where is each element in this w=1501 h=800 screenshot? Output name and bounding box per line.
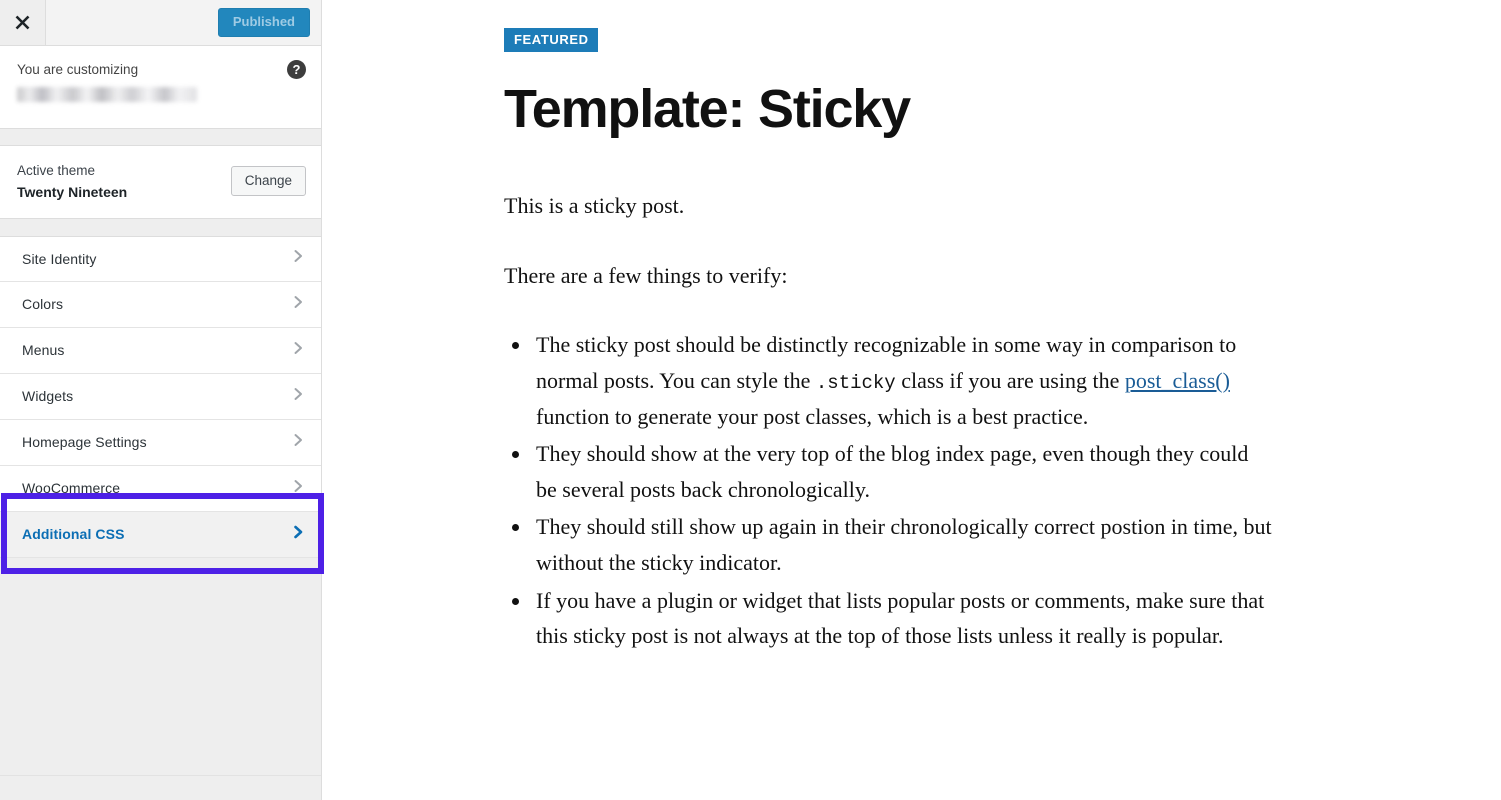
sidebar-item-homepage-settings[interactable]: Homepage Settings [0,419,321,466]
sidebar-item-label: Additional CSS [22,526,125,543]
post-title: Template: Sticky [504,78,911,139]
chevron-right-icon [292,432,305,453]
sidebar-item-additional-css[interactable]: Additional CSS [0,511,321,558]
active-theme-name: Twenty Nineteen [17,183,128,200]
active-theme-panel: Active theme Twenty Nineteen Change [0,145,321,219]
list-item: The sticky post should be distinctly rec… [532,327,1274,434]
post-content: This is a sticky post. There are a few t… [504,188,1274,654]
chevron-right-icon [292,294,305,315]
sidebar-item-label: Widgets [22,388,74,405]
customizer-section-list: Site Identity Colors Menus Widgets Homep… [0,235,321,558]
customizer-screen: Published You are customizing ? Active t… [0,0,1501,800]
header-spacer [46,0,218,45]
bullet-text-part3: function to generate your post classes, … [536,403,1089,429]
list-item: They should still show up again in their… [532,509,1274,580]
chevron-right-icon [292,340,305,361]
sidebar-bottom-divider [0,775,321,776]
sidebar-item-label: WooCommerce [22,480,121,497]
theme-list-gap [0,218,321,236]
bullet-text-part2: class if you are using the [895,367,1125,393]
close-icon [14,14,31,31]
post-class-link[interactable]: post_class() [1125,368,1230,393]
sidebar-item-colors[interactable]: Colors [0,281,321,328]
sidebar-item-label: Colors [22,296,64,313]
chevron-right-icon [292,386,305,407]
publish-button-wrap: Published [217,0,321,45]
sidebar-item-label: Site Identity [22,250,97,267]
customizing-label: You are customizing [17,62,139,77]
sticky-code-span: .sticky [815,371,896,394]
sidebar-item-label: Menus [22,342,65,359]
customizing-panel: You are customizing ? [0,46,321,129]
sidebar-item-label: Homepage Settings [22,434,147,451]
customizer-header-bar: Published [0,0,321,46]
customizer-sidebar: Published You are customizing ? Active t… [0,0,324,800]
panel-gap [0,129,321,145]
chevron-right-icon [292,524,305,545]
sidebar-item-woocommerce[interactable]: WooCommerce [0,465,321,512]
post-intro-2: There are a few things to verify: [504,262,788,288]
site-preview: FEATURED Template: Sticky This is a stic… [322,0,1501,800]
change-theme-button[interactable]: Change [230,166,306,197]
sidebar-item-site-identity[interactable]: Site Identity [0,235,321,282]
sidebar-item-menus[interactable]: Menus [0,327,321,374]
chevron-right-icon [292,478,305,499]
publish-button[interactable]: Published [217,7,310,38]
close-customizer-button[interactable] [0,0,46,45]
featured-badge: FEATURED [504,28,598,52]
active-theme-meta: Active theme Twenty Nineteen [17,161,127,202]
site-name-redacted [17,87,197,103]
list-item: They should show at the very top of the … [532,436,1274,507]
chevron-right-icon [292,248,305,269]
help-icon[interactable]: ? [287,60,306,79]
active-theme-caption: Active theme [17,163,96,178]
post-intro-1: This is a sticky post. [504,192,685,218]
list-item: If you have a plugin or widget that list… [532,583,1274,654]
sidebar-item-widgets[interactable]: Widgets [0,373,321,420]
post-bullet-list: The sticky post should be distinctly rec… [504,327,1274,654]
